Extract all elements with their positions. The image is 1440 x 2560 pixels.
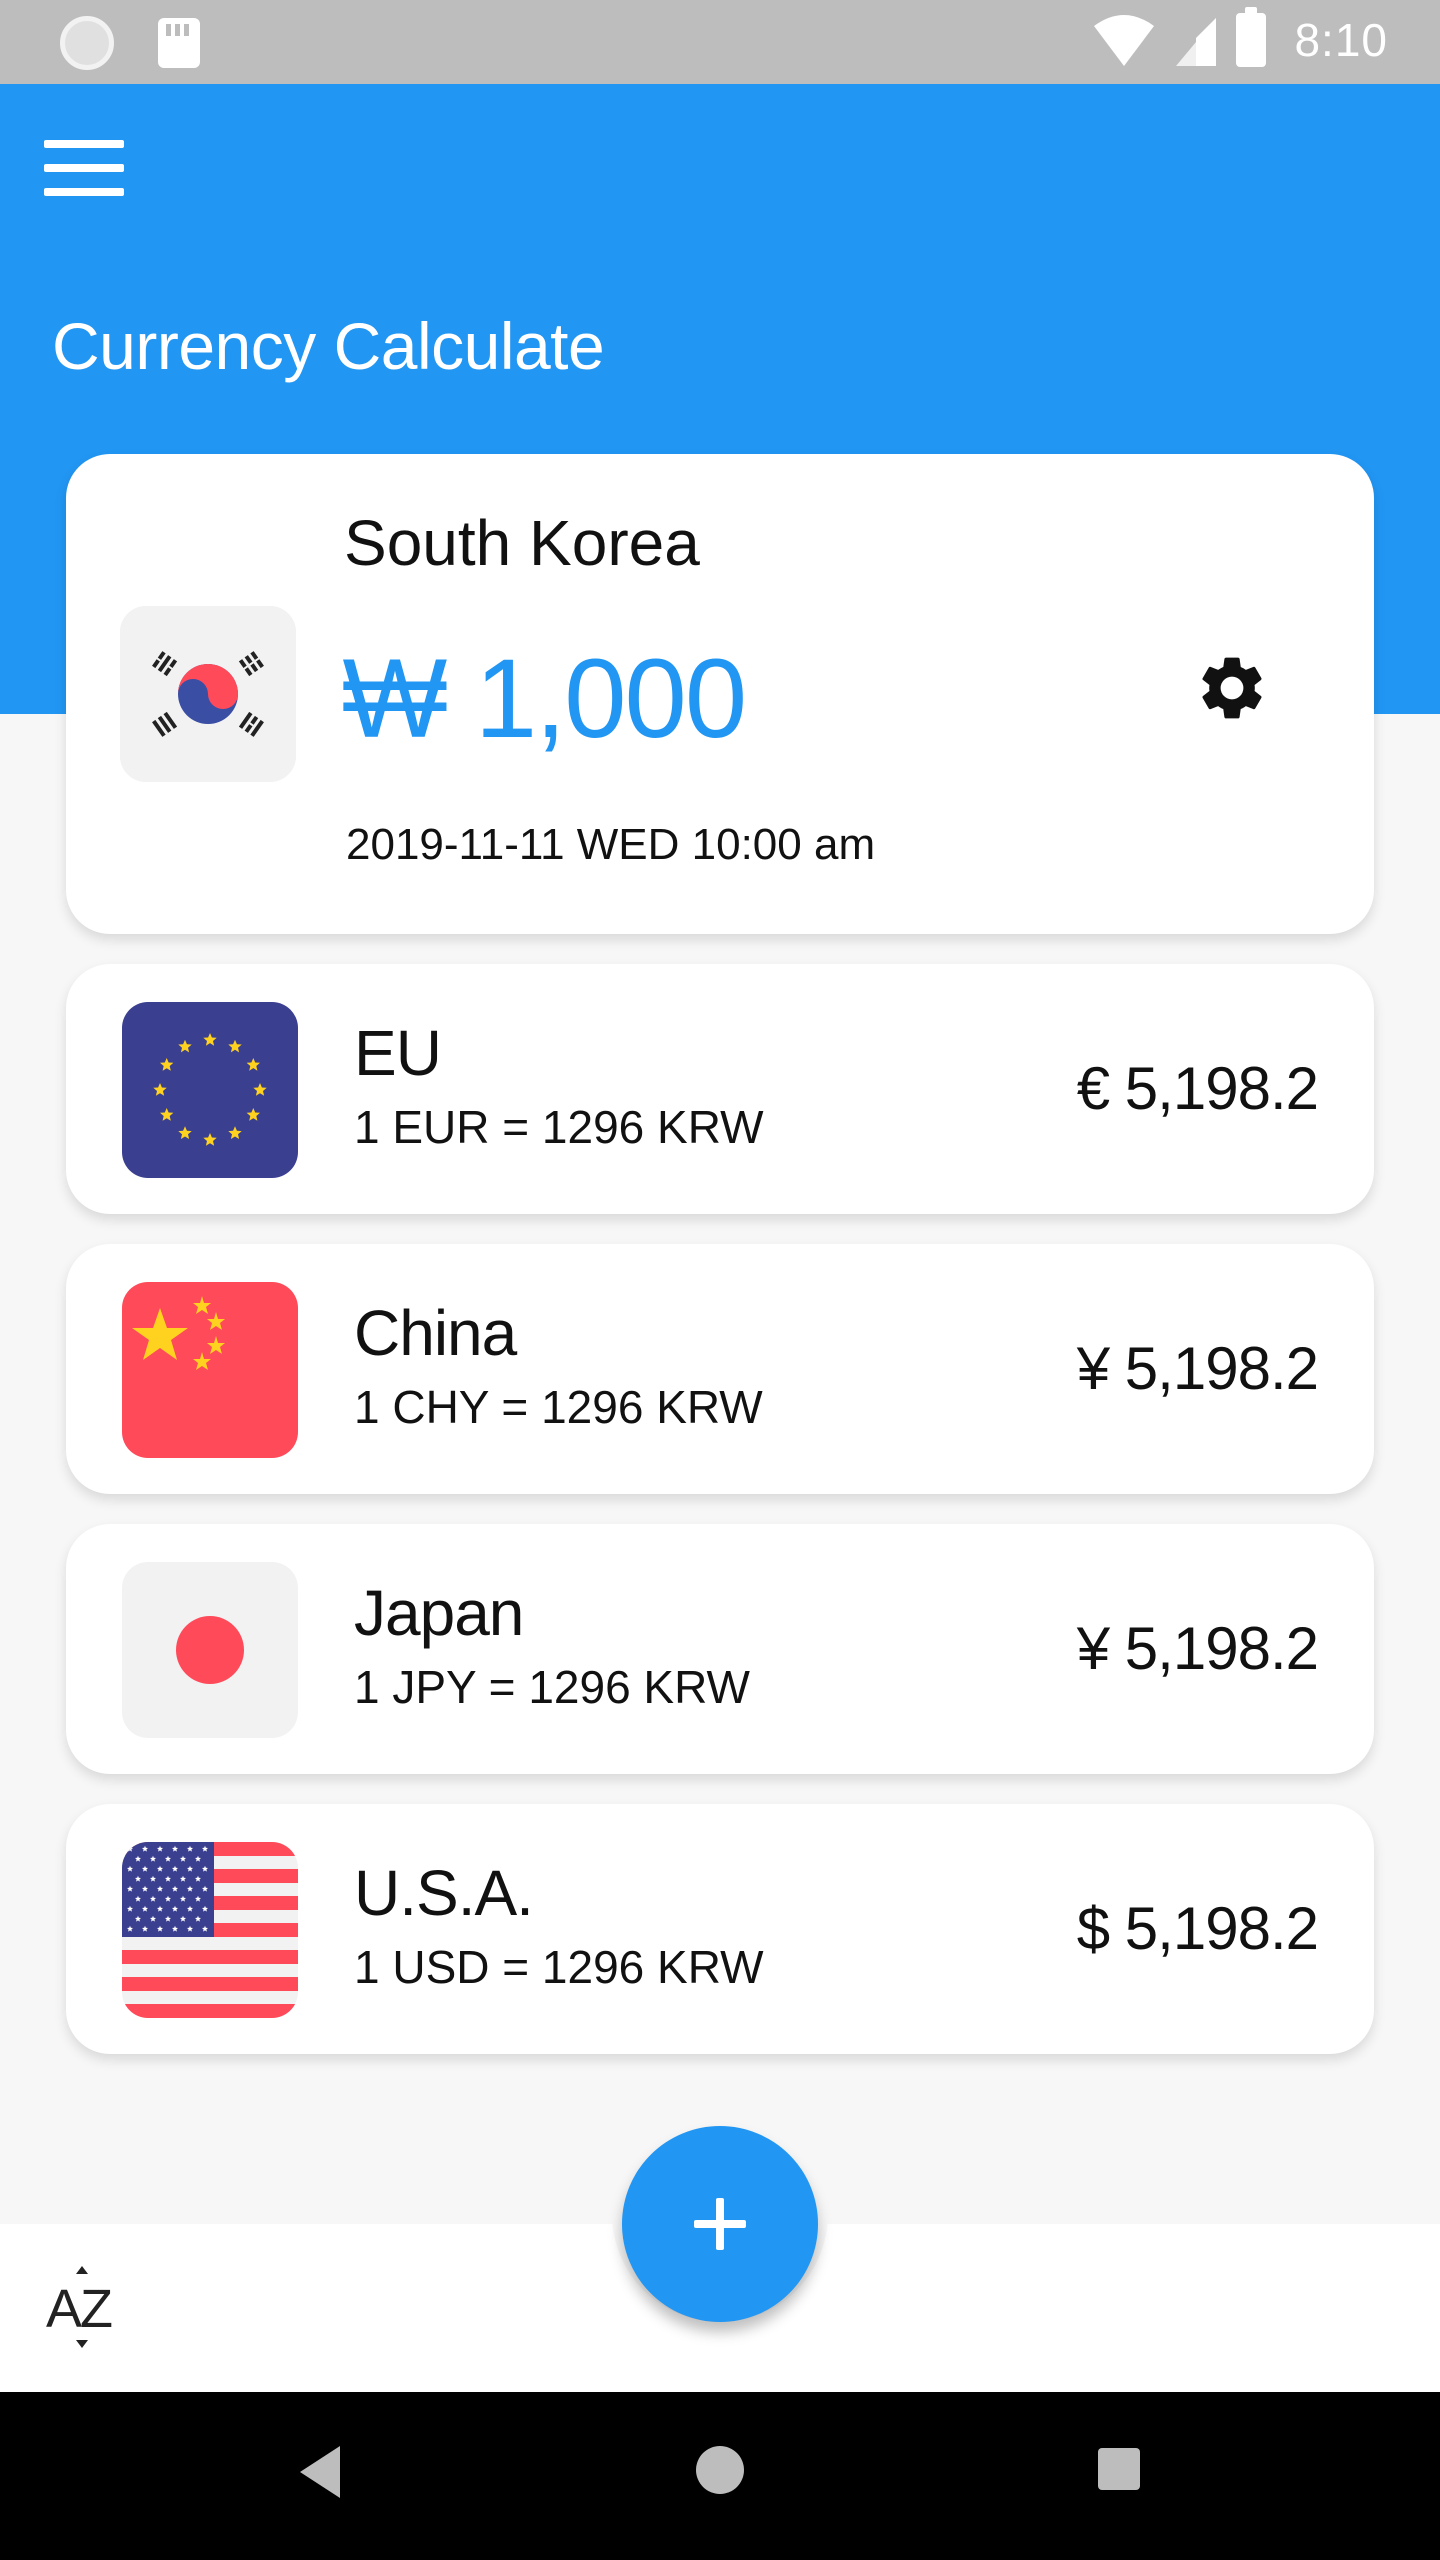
currency-name: Japan xyxy=(354,1577,524,1649)
sort-az-label: AZ xyxy=(46,2279,113,2339)
home-icon[interactable] xyxy=(696,2446,744,2494)
base-datetime: 2019-11-11 WED 10:00 am xyxy=(346,820,876,869)
battery-icon xyxy=(1236,7,1267,67)
currency-name: EU xyxy=(354,1017,442,1089)
signal-icon xyxy=(1174,12,1218,68)
eu-flag-icon xyxy=(122,1002,298,1178)
currency-value: $ 5,198.2 xyxy=(1076,1895,1319,1962)
usa-flag-icon xyxy=(122,1842,298,2018)
wifi-icon xyxy=(1092,12,1156,68)
base-currency-card[interactable]: South Korea ₩ 1,000 2019-11-11 WED 10:00… xyxy=(66,454,1374,934)
back-icon[interactable] xyxy=(300,2446,340,2498)
page-title: Currency Calculate xyxy=(52,309,605,383)
base-country-name: South Korea xyxy=(344,507,700,579)
base-amount[interactable]: ₩ 1,000 xyxy=(342,634,747,763)
sync-icon xyxy=(60,16,114,70)
status-bar: 8:10 xyxy=(0,0,1440,84)
currency-name: China xyxy=(354,1297,517,1369)
currency-rate: 1 EUR = 1296 KRW xyxy=(354,1101,764,1153)
sort-up-arrow-icon xyxy=(76,2266,88,2274)
south-korea-flag-icon xyxy=(120,606,296,782)
sort-az-button[interactable]: AZ xyxy=(46,2266,126,2348)
currency-value: ¥ 5,198.2 xyxy=(1076,1615,1319,1682)
currency-value: ¥ 5,198.2 xyxy=(1076,1335,1319,1402)
currency-card-eu[interactable]: EU 1 EUR = 1296 KRW € 5,198.2 xyxy=(66,964,1374,1214)
currency-rate: 1 JPY = 1296 KRW xyxy=(354,1661,750,1713)
add-currency-button[interactable] xyxy=(622,2126,818,2322)
currency-card-usa[interactable]: U.S.A. 1 USD = 1296 KRW $ 5,198.2 xyxy=(66,1804,1374,2054)
currency-rate: 1 USD = 1296 KRW xyxy=(354,1941,764,1993)
currency-name: U.S.A. xyxy=(354,1857,534,1929)
currency-rate: 1 CHY = 1296 KRW xyxy=(354,1381,763,1433)
currency-value: € 5,198.2 xyxy=(1076,1055,1319,1122)
china-flag-icon xyxy=(122,1282,298,1458)
recent-apps-icon[interactable] xyxy=(1098,2448,1140,2490)
sort-down-arrow-icon xyxy=(76,2340,88,2348)
gear-icon[interactable] xyxy=(1194,650,1270,726)
sd-card-icon xyxy=(158,18,200,68)
hamburger-menu-icon[interactable] xyxy=(44,140,124,200)
currency-card-china[interactable]: China 1 CHY = 1296 KRW ¥ 5,198.2 xyxy=(66,1244,1374,1494)
system-nav-bar xyxy=(0,2392,1440,2560)
status-time: 8:10 xyxy=(1294,14,1388,66)
japan-flag-icon xyxy=(122,1562,298,1738)
currency-card-japan[interactable]: Japan 1 JPY = 1296 KRW ¥ 5,198.2 xyxy=(66,1524,1374,1774)
